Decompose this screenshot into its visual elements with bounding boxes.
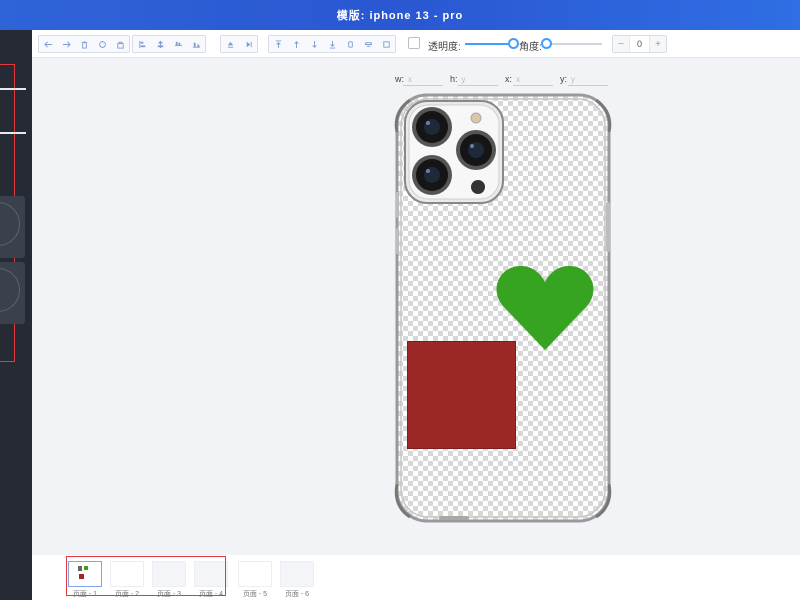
title-bar: 模版: iphone 13 - pro bbox=[0, 0, 800, 30]
opacity-slider-handle[interactable] bbox=[507, 38, 519, 49]
history-group bbox=[38, 35, 130, 53]
flash bbox=[470, 112, 482, 124]
lock-icon[interactable] bbox=[111, 36, 129, 52]
angle-slider-handle[interactable] bbox=[541, 38, 552, 49]
height-underline bbox=[458, 85, 498, 86]
left-sidebar bbox=[0, 30, 32, 600]
layer-group bbox=[268, 35, 396, 53]
toolbar: 透明度: 角度: − 0 + bbox=[32, 30, 800, 58]
opacity-checkbox[interactable] bbox=[408, 37, 420, 49]
up-icon[interactable] bbox=[287, 36, 305, 52]
x-underline bbox=[513, 85, 553, 86]
y-underline bbox=[568, 85, 608, 86]
increment-button[interactable]: + bbox=[650, 36, 666, 52]
flip-horizontal-icon[interactable] bbox=[239, 36, 257, 52]
flip-group bbox=[220, 35, 258, 53]
angle-stepper: − 0 + bbox=[612, 35, 667, 53]
window-title: 模版: iphone 13 - pro bbox=[336, 10, 464, 22]
align-right-icon[interactable] bbox=[169, 36, 187, 52]
heart-shape[interactable] bbox=[494, 262, 596, 352]
opacity-slider-fill bbox=[465, 43, 513, 45]
copy-icon[interactable] bbox=[341, 36, 359, 52]
group-icon[interactable] bbox=[359, 36, 377, 52]
angle-input[interactable]: 0 bbox=[629, 36, 650, 52]
sidebar-panel[interactable] bbox=[0, 262, 25, 324]
page-label-6: 页面 - 6 bbox=[284, 591, 310, 598]
camera-lens bbox=[412, 107, 452, 147]
red-rectangle-shape[interactable] bbox=[407, 341, 516, 449]
ungroup-icon[interactable] bbox=[377, 36, 395, 52]
undo-icon[interactable] bbox=[39, 36, 57, 52]
sidebar-panel[interactable] bbox=[0, 196, 25, 258]
page-thumb-6[interactable] bbox=[280, 561, 314, 587]
delete-icon[interactable] bbox=[75, 36, 93, 52]
pages-highlight bbox=[66, 556, 226, 596]
width-field[interactable]: w: x bbox=[395, 74, 412, 84]
flip-vertical-icon[interactable] bbox=[221, 36, 239, 52]
width-underline bbox=[403, 85, 443, 86]
down-icon[interactable] bbox=[305, 36, 323, 52]
align-group bbox=[132, 35, 206, 53]
to-top-icon[interactable] bbox=[269, 36, 287, 52]
align-bottom-icon[interactable] bbox=[187, 36, 205, 52]
align-left-icon[interactable] bbox=[133, 36, 151, 52]
camera-lens bbox=[456, 130, 496, 170]
opacity-label: 透明度: bbox=[428, 42, 461, 53]
page-label-5: 页面 - 5 bbox=[242, 591, 268, 598]
to-bottom-icon[interactable] bbox=[323, 36, 341, 52]
y-field[interactable]: y: y bbox=[560, 74, 575, 84]
angle-label: 角度: bbox=[519, 42, 542, 53]
align-center-h-icon[interactable] bbox=[151, 36, 169, 52]
sidebar-line bbox=[0, 88, 26, 90]
lidar-sensor bbox=[471, 180, 485, 194]
refresh-icon[interactable] bbox=[93, 36, 111, 52]
sidebar-line bbox=[0, 132, 26, 134]
x-field[interactable]: x: x bbox=[505, 74, 520, 84]
angle-slider-track[interactable] bbox=[546, 43, 602, 45]
camera-lens bbox=[412, 155, 452, 195]
redo-icon[interactable] bbox=[57, 36, 75, 52]
decrement-button[interactable]: − bbox=[613, 36, 629, 52]
page-thumb-5[interactable] bbox=[238, 561, 272, 587]
height-field[interactable]: h: y bbox=[450, 74, 466, 84]
camera-module bbox=[404, 100, 504, 204]
